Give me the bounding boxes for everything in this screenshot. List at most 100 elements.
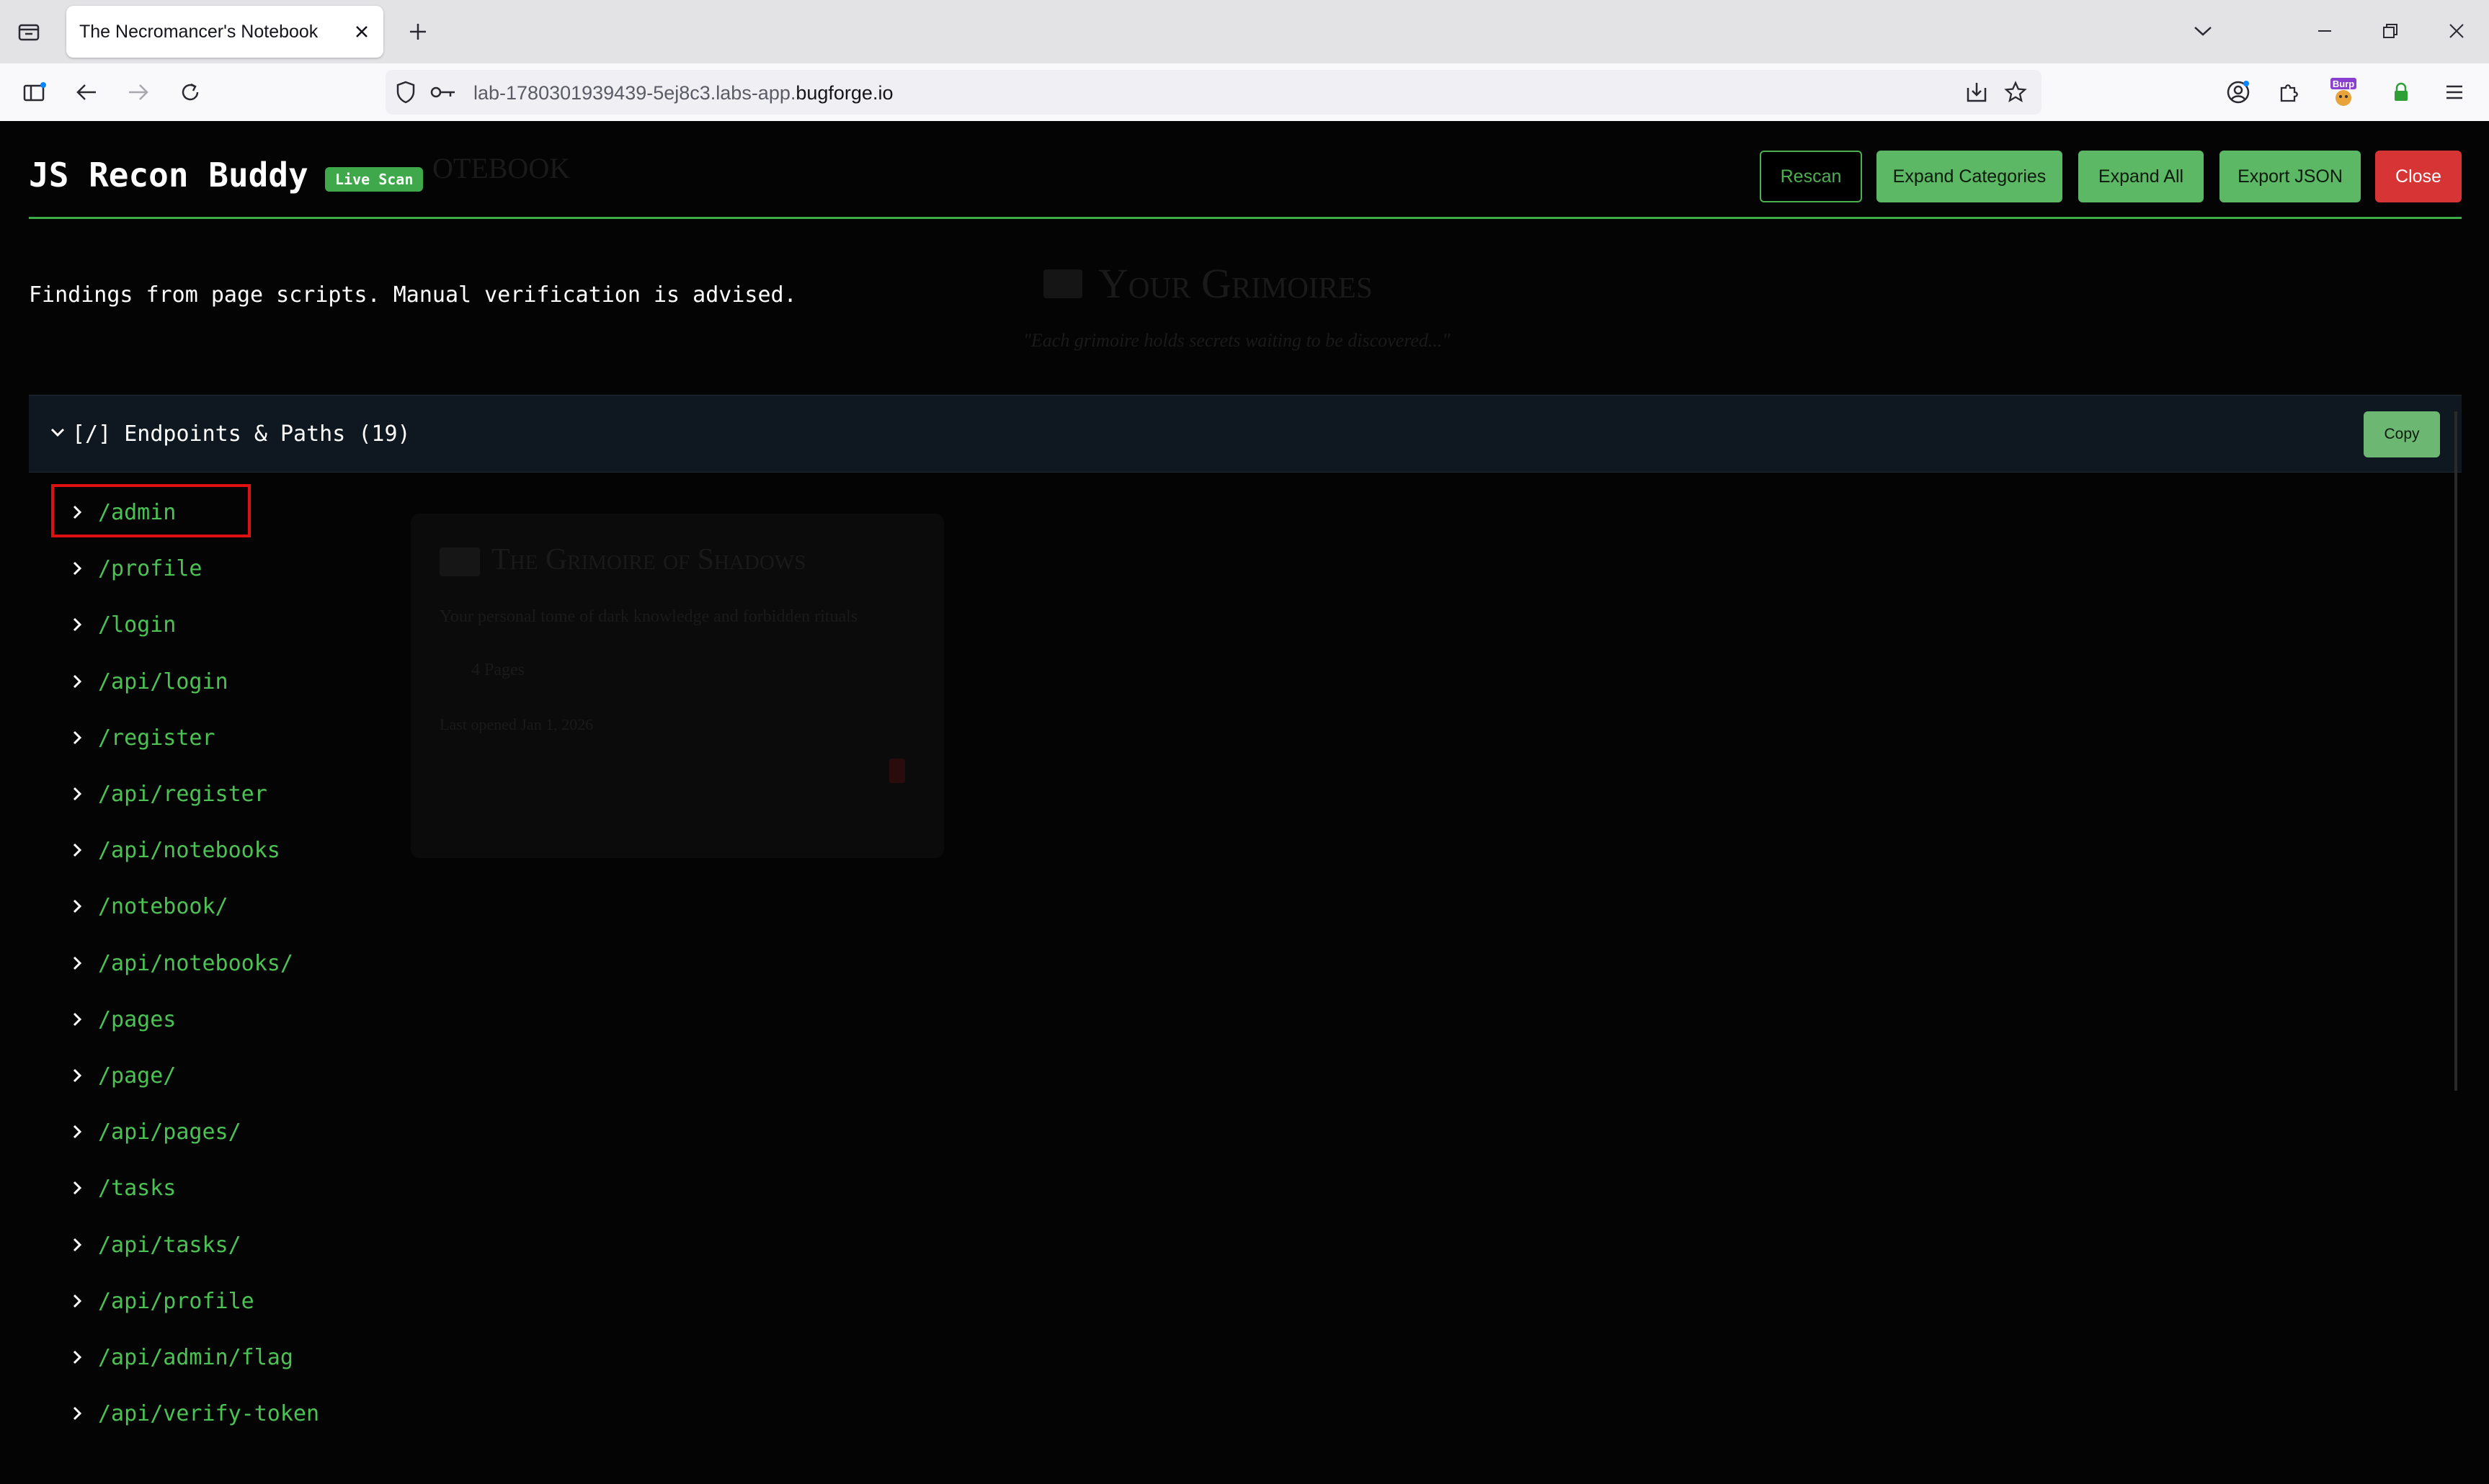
- scrollbar[interactable]: [2454, 411, 2457, 1091]
- chevron-right-icon[interactable]: [72, 1292, 89, 1310]
- chevron-right-icon[interactable]: [72, 729, 89, 746]
- chevron-right-icon[interactable]: [72, 1123, 89, 1140]
- endpoint-item[interactable]: /tasks: [72, 1170, 176, 1206]
- close-panel-button[interactable]: Close: [2375, 151, 2462, 202]
- chevron-right-icon[interactable]: [72, 841, 89, 859]
- app-menu-icon[interactable]: [2439, 76, 2470, 108]
- bookmark-star-icon[interactable]: [2004, 81, 2027, 107]
- rescan-button[interactable]: Rescan: [1760, 151, 1862, 202]
- browser-tab[interactable]: The Necromancer's Notebook: [66, 6, 383, 58]
- save-page-icon[interactable]: [1965, 81, 1988, 107]
- bg-card-pages: 4 Pages: [471, 661, 525, 679]
- back-arrow-icon[interactable]: [71, 76, 102, 108]
- endpoint-item[interactable]: /api/verify-token: [72, 1395, 319, 1431]
- open-book-icon: [440, 547, 480, 577]
- chevron-right-icon[interactable]: [72, 616, 89, 633]
- export-json-button[interactable]: Export JSON: [2219, 151, 2361, 202]
- delete-icon: [889, 759, 905, 783]
- tab-overflow-chevron-icon[interactable]: [2186, 14, 2219, 48]
- endpoint-path[interactable]: /api/pages/: [98, 1119, 241, 1145]
- chevron-right-icon[interactable]: [72, 1179, 89, 1197]
- bg-grimoires-quote: "Each grimoire holds secrets waiting to …: [1023, 330, 1451, 351]
- endpoint-path[interactable]: /api/admin/flag: [98, 1345, 293, 1370]
- endpoint-path[interactable]: /api/profile: [98, 1289, 254, 1314]
- endpoint-path[interactable]: /api/verify-token: [98, 1401, 319, 1426]
- endpoint-item[interactable]: /page/: [72, 1058, 176, 1094]
- bg-card-date: Last opened Jan 1, 2026: [440, 715, 594, 733]
- endpoints-section-title: [/] Endpoints & Paths (19): [72, 421, 411, 447]
- window-close-icon[interactable]: [2440, 14, 2473, 48]
- url-text[interactable]: lab-1780301939439-5ej8c3.labs-app.bugfor…: [473, 82, 893, 104]
- endpoint-item[interactable]: /api/tasks/: [72, 1227, 241, 1263]
- url-bar[interactable]: lab-1780301939439-5ej8c3.labs-app.bugfor…: [386, 70, 2041, 115]
- book-icon: [1043, 269, 1082, 298]
- endpoint-item[interactable]: /api/notebooks: [72, 832, 280, 868]
- expand-categories-button[interactable]: Expand Categories: [1876, 151, 2062, 202]
- endpoint-item[interactable]: /login: [72, 607, 176, 643]
- bg-grimoires-heading: Your Grimoires: [1043, 259, 1476, 308]
- sidebar-toggle-icon[interactable]: [19, 76, 50, 108]
- admin-highlight-box: [51, 484, 251, 537]
- close-tab-icon[interactable]: [350, 20, 373, 43]
- extensions-puzzle-icon[interactable]: [2273, 76, 2305, 108]
- endpoint-item[interactable]: /api/login: [72, 663, 228, 699]
- chevron-right-icon[interactable]: [72, 1236, 89, 1253]
- endpoint-path[interactable]: /api/notebooks/: [98, 951, 293, 976]
- panel-title: JS Recon Buddy: [29, 156, 308, 195]
- endpoint-path[interactable]: /api/register: [98, 782, 267, 807]
- endpoint-item[interactable]: /api/profile: [72, 1283, 254, 1319]
- endpoint-item[interactable]: /api/pages/: [72, 1114, 241, 1150]
- endpoint-item[interactable]: /api/admin/flag: [72, 1339, 293, 1375]
- recon-overlay: OTEBOOK Your Grimoires "Each grimoire ho…: [0, 121, 2489, 1484]
- minimize-icon[interactable]: [2308, 14, 2341, 48]
- reload-icon[interactable]: [174, 76, 206, 108]
- chevron-down-icon[interactable]: [48, 422, 68, 442]
- tab-title: The Necromancer's Notebook: [79, 22, 319, 42]
- header-divider: [29, 217, 2462, 219]
- endpoint-path[interactable]: /pages: [98, 1007, 176, 1032]
- endpoint-item[interactable]: /api/register: [72, 776, 267, 812]
- copy-endpoints-button[interactable]: Copy: [2364, 411, 2440, 457]
- chevron-right-icon[interactable]: [72, 1067, 89, 1084]
- panel-subtitle: Findings from page scripts. Manual verif…: [29, 282, 797, 308]
- endpoint-path[interactable]: /api/notebooks: [98, 838, 280, 863]
- account-icon[interactable]: [2222, 76, 2254, 108]
- endpoint-path[interactable]: /login: [98, 612, 176, 638]
- site-permissions-icon[interactable]: [430, 84, 456, 104]
- endpoint-path[interactable]: /tasks: [98, 1176, 176, 1201]
- endpoint-item[interactable]: /profile: [72, 550, 202, 586]
- forward-arrow-icon[interactable]: [123, 76, 154, 108]
- chevron-right-icon[interactable]: [72, 955, 89, 972]
- bg-heading-fragment: OTEBOOK: [432, 152, 571, 184]
- endpoint-item[interactable]: /api/notebooks/: [72, 945, 293, 981]
- burp-extension-icon[interactable]: Burp: [2328, 76, 2359, 108]
- expand-all-button[interactable]: Expand All: [2078, 151, 2204, 202]
- bg-card-title: The Grimoire of Shadows: [440, 542, 806, 577]
- endpoint-item[interactable]: /notebook/: [72, 888, 228, 924]
- live-scan-badge: Live Scan: [325, 167, 424, 192]
- endpoint-path[interactable]: /profile: [98, 556, 202, 581]
- endpoint-path[interactable]: /api/tasks/: [98, 1233, 241, 1258]
- browser-tab-bar: The Necromancer's Notebook: [0, 0, 2489, 63]
- tab-list-icon[interactable]: [13, 17, 45, 46]
- endpoint-path[interactable]: /api/login: [98, 669, 228, 694]
- chevron-right-icon[interactable]: [72, 1011, 89, 1028]
- chevron-right-icon[interactable]: [72, 560, 89, 577]
- lock-extension-icon[interactable]: [2385, 76, 2417, 108]
- restore-icon[interactable]: [2374, 14, 2407, 48]
- chevron-right-icon[interactable]: [72, 785, 89, 803]
- endpoint-item[interactable]: /register: [72, 720, 215, 756]
- shield-icon[interactable]: [396, 81, 416, 107]
- endpoint-path[interactable]: /page/: [98, 1063, 176, 1089]
- new-tab-icon[interactable]: [404, 17, 432, 46]
- chevron-right-icon[interactable]: [72, 1349, 89, 1366]
- chevron-right-icon[interactable]: [72, 673, 89, 690]
- endpoint-item[interactable]: /pages: [72, 1001, 176, 1037]
- endpoints-section-header[interactable]: [/] Endpoints & Paths (19) Copy: [29, 395, 2462, 473]
- burp-badge-text: Burp: [2333, 79, 2354, 89]
- endpoint-path[interactable]: /notebook/: [98, 894, 228, 919]
- endpoint-path[interactable]: /register: [98, 725, 215, 751]
- chevron-right-icon[interactable]: [72, 898, 89, 915]
- browser-nav-bar: lab-1780301939439-5ej8c3.labs-app.bugfor…: [0, 63, 2489, 122]
- chevron-right-icon[interactable]: [72, 1405, 89, 1422]
